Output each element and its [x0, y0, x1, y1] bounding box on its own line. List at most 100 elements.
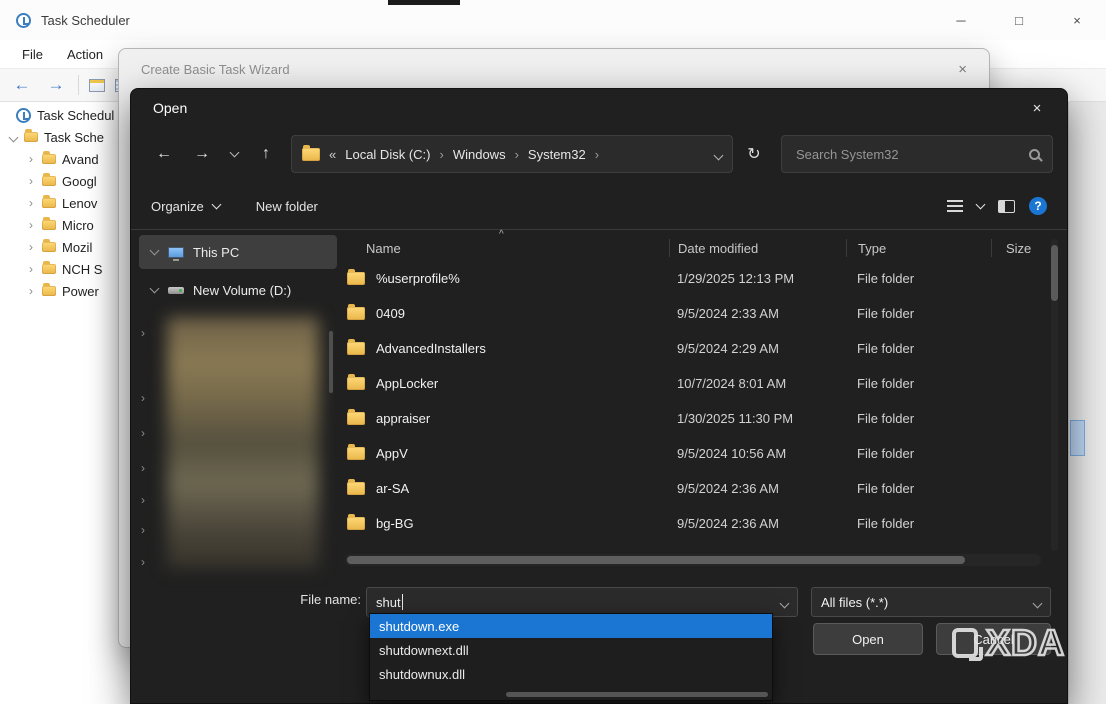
recent-locations-chevron-icon[interactable]	[221, 137, 247, 171]
column-header-type[interactable]: Type	[846, 239, 991, 257]
help-icon[interactable]: ?	[1029, 197, 1047, 215]
suggestion-item[interactable]: shutdown.exe	[370, 614, 772, 638]
file-row[interactable]: AdvancedInstallers 9/5/2024 2:29 AM File…	[341, 331, 1046, 366]
suggestion-item[interactable]: shutdownext.dll	[370, 638, 772, 662]
column-header-name[interactable]: Name	[341, 239, 669, 257]
search-input[interactable]	[794, 146, 1029, 163]
breadcrumb-item-windows[interactable]: Windows	[453, 147, 506, 162]
refresh-icon[interactable]: ↻	[737, 137, 771, 171]
view-mode-chevron-icon[interactable]	[976, 199, 986, 209]
chevron-right-icon[interactable]: ›	[141, 391, 145, 405]
file-type: File folder	[846, 481, 991, 496]
folder-icon	[347, 517, 365, 530]
suggestion-item[interactable]: shutdownux.dll	[370, 662, 772, 686]
xda-watermark-text: XDA	[986, 622, 1065, 664]
file-row[interactable]: bg-BG 9/5/2024 2:36 AM File folder	[341, 506, 1046, 541]
view-options: ?	[947, 197, 1047, 215]
folder-icon	[42, 176, 56, 186]
chevron-down-icon[interactable]	[781, 595, 788, 610]
chevron-right-icon[interactable]: ›	[141, 326, 145, 340]
vertical-scrollbar-thumb[interactable]	[1051, 245, 1058, 301]
minimize-button[interactable]: ─	[932, 0, 990, 40]
horizontal-scrollbar-thumb[interactable]	[347, 556, 965, 564]
folder-icon	[347, 447, 365, 460]
chevron-down-icon[interactable]	[149, 289, 159, 292]
file-row[interactable]: appraiser 1/30/2025 11:30 PM File folder	[341, 401, 1046, 436]
horizontal-scrollbar[interactable]	[345, 554, 1041, 566]
close-icon[interactable]: ×	[958, 61, 967, 78]
view-mode-icon[interactable]	[947, 200, 963, 212]
chevron-right-icon[interactable]: ›	[26, 262, 36, 276]
new-folder-button[interactable]: New folder	[256, 199, 318, 214]
chevron-right-icon[interactable]: ›	[141, 426, 145, 440]
address-bar[interactable]: « Local Disk (C:) › Windows › System32 ›	[291, 135, 733, 173]
breadcrumb-item-system32[interactable]: System32	[528, 147, 586, 162]
up-button[interactable]: ↑	[247, 137, 285, 171]
close-button[interactable]: ×	[1048, 0, 1106, 40]
cropped-window-fragment	[388, 0, 460, 5]
chevron-right-icon[interactable]: ›	[26, 152, 36, 166]
text-cursor	[402, 594, 403, 610]
tree-label: Avand	[62, 152, 99, 167]
close-icon[interactable]: ×	[1021, 100, 1053, 117]
address-dropdown-chevron-icon[interactable]	[715, 147, 722, 162]
chevron-down-icon[interactable]	[8, 130, 18, 144]
file-row[interactable]: AppV 9/5/2024 10:56 AM File folder	[341, 436, 1046, 471]
vertical-scrollbar[interactable]	[1051, 239, 1058, 551]
chevron-right-icon[interactable]: ›	[141, 555, 145, 569]
folder-icon	[42, 286, 56, 296]
search-box[interactable]	[781, 135, 1053, 173]
file-row[interactable]: 0409 9/5/2024 2:33 AM File folder	[341, 296, 1046, 331]
sidebar-scrollbar[interactable]	[329, 331, 333, 393]
screen: Task Scheduler ─ □ × File Action View ← …	[0, 0, 1106, 704]
chevron-down-icon[interactable]	[149, 251, 159, 254]
file-type: File folder	[846, 271, 991, 286]
chevron-right-icon[interactable]: ›	[141, 493, 145, 507]
breadcrumb-overflow[interactable]: «	[329, 147, 336, 162]
new-folder-label: New folder	[256, 199, 318, 214]
tree-label: Task Sche	[44, 130, 104, 145]
menu-file[interactable]: File	[10, 43, 55, 66]
chevron-down-icon[interactable]	[1034, 595, 1041, 610]
forward-icon[interactable]: →	[44, 75, 68, 95]
file-date: 9/5/2024 2:29 AM	[669, 341, 846, 356]
chevron-right-icon[interactable]: ›	[141, 523, 145, 537]
organize-button[interactable]: Organize	[151, 199, 220, 214]
open-button[interactable]: Open	[813, 623, 923, 655]
console-tree-icon[interactable]	[89, 79, 105, 92]
chevron-right-icon[interactable]: ›	[26, 218, 36, 232]
file-row[interactable]: AppLocker 10/7/2024 8:01 AM File folder	[341, 366, 1046, 401]
file-row[interactable]: ar-SA 9/5/2024 2:36 AM File folder	[341, 471, 1046, 506]
chevron-right-icon[interactable]: ›	[26, 240, 36, 254]
file-name: bg-BG	[376, 516, 414, 531]
file-date: 9/5/2024 2:36 AM	[669, 516, 846, 531]
sidebar-item-new-volume[interactable]: New Volume (D:)	[139, 273, 337, 307]
forward-button[interactable]: →	[183, 137, 221, 171]
dropdown-scrollbar-thumb[interactable]	[506, 692, 768, 697]
open-dialog: Open × ← → ↑ « Local Disk (C:) › Windows…	[130, 88, 1068, 704]
folder-icon	[42, 154, 56, 164]
sidebar-label: This PC	[193, 245, 239, 260]
maximize-button[interactable]: □	[990, 0, 1048, 40]
file-type-combobox[interactable]: All files (*.*)	[811, 587, 1051, 617]
column-header-date-modified[interactable]: Date modified	[669, 239, 846, 257]
chevron-right-icon[interactable]: ›	[26, 284, 36, 298]
toolbar-separator	[131, 229, 1067, 230]
file-row[interactable]: %userprofile% 1/29/2025 12:13 PM File fo…	[341, 261, 1046, 296]
autocomplete-dropdown: shutdown.exe shutdownext.dll shutdownux.…	[369, 613, 773, 701]
tree-label: Googl	[62, 174, 97, 189]
column-header-size[interactable]: Size	[991, 239, 1046, 257]
file-date: 9/5/2024 2:36 AM	[669, 481, 846, 496]
file-type: File folder	[846, 306, 991, 321]
menu-action[interactable]: Action	[55, 43, 115, 66]
file-list-header: ^ Name Date modified Type Size	[341, 235, 1046, 261]
back-button[interactable]: ←	[145, 137, 183, 171]
chevron-right-icon[interactable]: ›	[26, 196, 36, 210]
back-icon[interactable]: ←	[10, 75, 34, 95]
sidebar-item-this-pc[interactable]: This PC	[139, 235, 337, 269]
chevron-right-icon[interactable]: ›	[26, 174, 36, 188]
preview-pane-icon[interactable]	[998, 200, 1015, 213]
chevron-right-icon[interactable]: ›	[141, 461, 145, 475]
file-date: 10/7/2024 8:01 AM	[669, 376, 846, 391]
breadcrumb-item-drive[interactable]: Local Disk (C:)	[345, 147, 430, 162]
